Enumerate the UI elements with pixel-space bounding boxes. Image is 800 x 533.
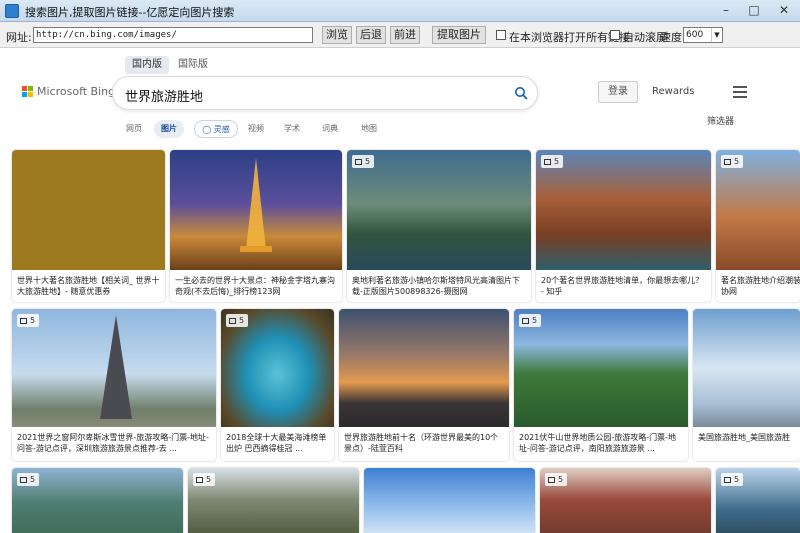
result-image[interactable] bbox=[347, 150, 531, 270]
minimize-button[interactable]: – bbox=[712, 0, 740, 20]
filter-button[interactable]: 筛选器 bbox=[707, 114, 734, 127]
hamburger-menu-icon[interactable] bbox=[733, 86, 747, 98]
image-count-badge: 5 bbox=[545, 473, 568, 486]
tab-web[interactable]: 网页 bbox=[126, 120, 142, 138]
result-image[interactable] bbox=[339, 309, 509, 427]
result-image[interactable] bbox=[12, 150, 165, 270]
image-card[interactable]: 5 bbox=[188, 468, 359, 533]
image-count-badge: 5 bbox=[17, 314, 40, 327]
image-count-badge: 5 bbox=[17, 473, 40, 486]
result-image[interactable] bbox=[536, 150, 711, 270]
tab-video[interactable]: 视频 bbox=[248, 120, 264, 138]
gallery-icon bbox=[355, 159, 362, 165]
image-count-badge: 5 bbox=[541, 155, 564, 168]
app-icon bbox=[5, 4, 19, 18]
image-card[interactable]: 5 2018全球十大最美海滩榜单出炉 巴西摘得桂冠 ... bbox=[221, 309, 334, 461]
image-card[interactable]: 5 著名旅游胜地介绍潮装协网 bbox=[716, 150, 800, 302]
image-caption[interactable]: 一生必去的世界十大景点：神秘金字塔九寨沟奇观(不去后悔)_排行榜123网 bbox=[175, 275, 339, 297]
gallery-icon bbox=[724, 159, 731, 165]
image-caption[interactable]: 2021世界之窗阿尔卑斯冰雪世界-旅游攻略-门票-地址-问答-游记点评，深圳旅游… bbox=[17, 432, 213, 454]
close-button[interactable]: ✕ bbox=[768, 0, 800, 20]
result-image[interactable] bbox=[514, 309, 688, 427]
image-caption[interactable]: 2018全球十大最美海滩榜单出炉 巴西摘得桂冠 ... bbox=[226, 432, 331, 454]
image-card[interactable]: 美国旅游胜地_美国旅游胜 bbox=[693, 309, 800, 461]
scope-tab-intl[interactable]: 国际版 bbox=[173, 56, 213, 74]
gallery-icon bbox=[196, 477, 203, 483]
tab-dictionary[interactable]: 词典 bbox=[322, 120, 338, 138]
title-bar: 搜索图片,提取图片链接--亿愿定向图片搜索 – □ ✕ bbox=[0, 0, 800, 22]
back-button[interactable]: 后退 bbox=[356, 26, 386, 44]
chevron-down-icon[interactable]: ▼ bbox=[711, 28, 722, 42]
gallery-icon bbox=[522, 318, 529, 324]
result-image[interactable] bbox=[716, 150, 800, 270]
image-caption[interactable]: 2021伏牛山世界地质公园-旅游攻略-门票-地址-问答-游记点评，南阳旅游旅游景… bbox=[519, 432, 685, 454]
image-caption[interactable]: 世界旅游胜地前十名（环游世界最美的10个景点）-陆萱百科 bbox=[344, 432, 506, 454]
image-card[interactable]: 5 2021世界之窗阿尔卑斯冰雪世界-旅游攻略-门票-地址-问答-游记点评，深圳… bbox=[12, 309, 216, 461]
result-image[interactable] bbox=[12, 309, 216, 427]
browse-button[interactable]: 浏览 bbox=[322, 26, 352, 44]
eiffel-tower-icon bbox=[240, 158, 272, 252]
gallery-icon bbox=[544, 159, 551, 165]
image-count-badge: 5 bbox=[721, 155, 744, 168]
image-card[interactable]: 5 bbox=[716, 468, 800, 533]
tab-academic[interactable]: 学术 bbox=[284, 120, 300, 138]
image-card[interactable]: 5 奥地利著名旅游小镇哈尔斯塔特风光高清图片下载-正版图片500898326-摄… bbox=[347, 150, 531, 302]
tab-inspiration[interactable]: ◯ 灵感 bbox=[194, 120, 238, 138]
search-query: 世界旅游胜地 bbox=[125, 90, 204, 105]
gallery-icon bbox=[548, 477, 555, 483]
gallery-icon bbox=[20, 318, 27, 324]
eiffel-tower-icon bbox=[100, 315, 132, 419]
image-caption[interactable]: 美国旅游胜地_美国旅游胜 bbox=[698, 432, 800, 443]
speed-value: 600 bbox=[686, 30, 704, 40]
image-caption[interactable]: 世界十大著名旅游胜地【相关词_ 世界十大旅游胜地】- 随意优惠券 bbox=[17, 275, 162, 297]
tab-maps[interactable]: 地图 bbox=[361, 120, 377, 138]
browser-view: 国内版 国际版 Microsoft Bing 世界旅游胜地 登录 Rewards… bbox=[0, 48, 800, 533]
result-image[interactable] bbox=[364, 468, 535, 533]
auto-scroll-checkbox[interactable] bbox=[610, 30, 620, 40]
forward-button[interactable]: 前进 bbox=[390, 26, 420, 44]
maximize-button[interactable]: □ bbox=[740, 0, 768, 20]
rewards-link[interactable]: Rewards bbox=[652, 86, 694, 97]
image-caption[interactable]: 20个著名世界旅游胜地清单，你最想去哪儿？ - 知乎 bbox=[541, 275, 708, 297]
image-count-badge: 5 bbox=[519, 314, 542, 327]
tab-images[interactable]: 图片 bbox=[154, 120, 184, 138]
result-image[interactable] bbox=[170, 150, 342, 270]
image-caption[interactable]: 著名旅游胜地介绍潮装协网 bbox=[721, 275, 800, 297]
image-count-badge: 5 bbox=[352, 155, 375, 168]
image-card[interactable]: 世界旅游胜地前十名（环游世界最美的10个景点）-陆萱百科 bbox=[339, 309, 509, 461]
speed-label: 速度: bbox=[660, 31, 686, 44]
image-card[interactable]: 5 bbox=[540, 468, 711, 533]
logo-text: Microsoft Bing bbox=[37, 85, 116, 98]
window-title: 搜索图片,提取图片链接--亿愿定向图片搜索 bbox=[25, 6, 235, 19]
scope-tab-cn[interactable]: 国内版 bbox=[125, 56, 169, 74]
image-card[interactable]: 5 bbox=[12, 468, 183, 533]
search-icon[interactable] bbox=[514, 86, 528, 100]
image-count-badge: 5 bbox=[226, 314, 249, 327]
image-card[interactable]: 5 2021伏牛山世界地质公园-旅游攻略-门票-地址-问答-游记点评，南阳旅游旅… bbox=[514, 309, 688, 461]
extract-images-button[interactable]: 提取图片 bbox=[432, 26, 486, 44]
image-card[interactable]: 世界十大著名旅游胜地【相关词_ 世界十大旅游胜地】- 随意优惠券 bbox=[12, 150, 165, 302]
image-caption[interactable]: 奥地利著名旅游小镇哈尔斯塔特风光高清图片下载-正版图片500898326-摄图网 bbox=[352, 275, 528, 297]
image-count-badge: 5 bbox=[721, 473, 744, 486]
gallery-icon bbox=[20, 477, 27, 483]
url-label: 网址: bbox=[6, 31, 32, 44]
login-button[interactable]: 登录 bbox=[598, 81, 638, 103]
gallery-icon bbox=[724, 477, 731, 483]
image-card[interactable]: 5 20个著名世界旅游胜地清单，你最想去哪儿？ - 知乎 bbox=[536, 150, 711, 302]
image-count-badge: 5 bbox=[193, 473, 216, 486]
speed-select[interactable]: 600 ▼ bbox=[683, 27, 723, 43]
search-input[interactable]: 世界旅游胜地 bbox=[112, 76, 538, 110]
result-image[interactable] bbox=[693, 309, 800, 427]
url-input[interactable]: http://cn.bing.com/images/ bbox=[33, 27, 313, 43]
microsoft-logo-icon bbox=[22, 86, 34, 98]
image-card[interactable]: 一生必去的世界十大景点：神秘金字塔九寨沟奇观(不去后悔)_排行榜123网 bbox=[170, 150, 342, 302]
toolbar: 网址: http://cn.bing.com/images/ 浏览 后退 前进 … bbox=[0, 22, 800, 48]
open-all-checkbox[interactable] bbox=[496, 30, 506, 40]
image-card[interactable] bbox=[364, 468, 535, 533]
gallery-icon bbox=[229, 318, 236, 324]
